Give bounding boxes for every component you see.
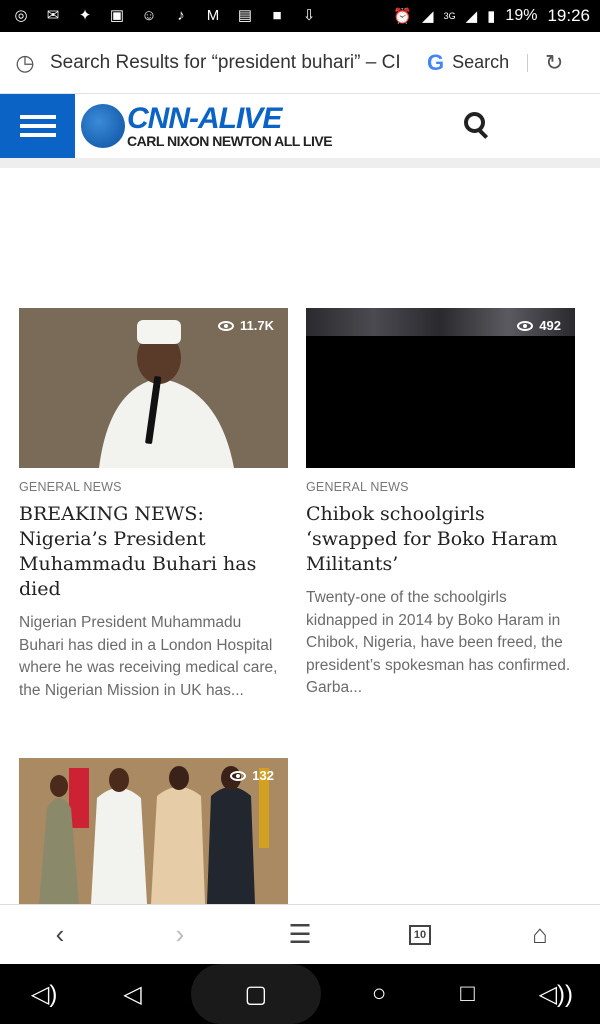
battery-icon: ▮ xyxy=(487,8,496,25)
home-icon[interactable]: ⌂ xyxy=(515,910,565,960)
view-count-value: 132 xyxy=(252,768,274,783)
browser-toolbar: ‹ › ☰ 10 ⌂ xyxy=(0,904,600,964)
logo-title: CNN-ALIVE xyxy=(127,102,282,135)
globe-icon xyxy=(81,104,125,148)
gmail-icon: M xyxy=(206,7,220,24)
article-card[interactable]: 492 GENERAL NEWS Chibok schoolgirls ‘swa… xyxy=(306,308,575,700)
signal-2-icon: ◢ xyxy=(465,8,478,25)
sms-icon: ▤ xyxy=(237,7,253,24)
article-category[interactable]: GENERAL NEWS xyxy=(306,480,575,494)
home-nav-icon[interactable]: ○ xyxy=(349,969,409,1019)
article-excerpt: Twenty-one of the schoolgirls kidnapped … xyxy=(306,589,571,696)
twitter-icon: ✦ xyxy=(78,7,92,24)
view-count: 492 xyxy=(517,318,561,333)
article-title[interactable]: Chibok schoolgirls ‘swapped for Boko Har… xyxy=(306,502,575,577)
reload-icon[interactable]: ↻ xyxy=(528,50,580,76)
menu-line xyxy=(19,124,56,128)
article-excerpt: Nigerian President Muhammadu Buhari has … xyxy=(19,614,278,699)
search-button[interactable]: G Search xyxy=(427,50,509,76)
volume-down-icon[interactable]: ◁) xyxy=(14,969,74,1019)
view-count: 132 xyxy=(230,768,274,783)
view-count: 11.7K xyxy=(218,318,274,333)
screenshot-camera-icon[interactable]: ▢ xyxy=(190,964,321,1024)
messenger-icon: ✉ xyxy=(46,7,60,24)
eye-icon xyxy=(218,320,235,331)
google-icon: G xyxy=(427,49,445,75)
status-bar: ◎ ✉ ✦ ▣ ☺ ♪ M ▤ ■ ⇩ ⏰ ◢ 3G ◢ ▮ 19% 19:26 xyxy=(0,0,600,32)
volume-up-icon[interactable]: ◁)) xyxy=(526,969,586,1019)
logo-subtitle: CARL NIXON NEWTON ALL LIVE xyxy=(127,133,333,149)
battery-level: 19% xyxy=(505,7,538,24)
message-icon: ■ xyxy=(272,7,282,24)
alarm-icon: ⏰ xyxy=(393,8,413,25)
system-status: ⏰ ◢ 3G ◢ ▮ 19% 19:26 xyxy=(393,6,590,26)
music-icon: ♪ xyxy=(177,7,185,24)
article-category[interactable]: GENERAL NEWS xyxy=(19,480,288,494)
eye-icon xyxy=(230,770,247,781)
signal-icon: ◢ xyxy=(422,8,434,25)
chat-icon: ☺ xyxy=(141,7,157,24)
site-header: CNN-ALIVE CARL NIXON NEWTON ALL LIVE xyxy=(0,94,600,158)
view-count-value: 492 xyxy=(539,318,561,333)
history-icon[interactable]: ◷ xyxy=(0,50,50,76)
article-image[interactable]: 11.7K xyxy=(19,308,288,468)
article-card[interactable]: 132 xyxy=(19,758,288,904)
url-field[interactable]: Search Results for “president buhari” – … xyxy=(50,52,417,74)
tab-count: 10 xyxy=(409,924,431,945)
menu-icon[interactable]: ☰ xyxy=(275,910,325,960)
clock: 19:26 xyxy=(547,6,590,25)
address-bar: ◷ Search Results for “president buhari” … xyxy=(0,32,600,94)
search-icon[interactable] xyxy=(464,112,492,140)
network-type: 3G xyxy=(443,11,456,21)
menu-line xyxy=(19,133,56,137)
article-image[interactable]: 492 xyxy=(306,308,575,468)
menu-line xyxy=(19,115,56,119)
article-card[interactable]: 11.7K GENERAL NEWS BREAKING NEWS: Nigeri… xyxy=(19,308,288,702)
back-button[interactable]: ‹ xyxy=(35,910,85,960)
notification-icons: ◎ ✉ ✦ ▣ ☺ ♪ M ▤ ■ ⇩ xyxy=(10,6,320,26)
view-count-value: 11.7K xyxy=(240,318,274,333)
eye-icon xyxy=(517,320,534,331)
article-image[interactable]: 132 xyxy=(19,758,288,904)
hamburger-menu-button[interactable] xyxy=(0,94,75,158)
download-icon: ⇩ xyxy=(302,7,316,24)
system-navigation-bar: ◁) ◁ ▢ ○ □ ◁)) xyxy=(0,964,600,1024)
search-label: Search xyxy=(452,52,510,72)
tabs-button[interactable]: 10 xyxy=(395,910,445,960)
whatsapp-icon: ◎ xyxy=(14,7,28,24)
image-icon: ▣ xyxy=(109,7,125,24)
header-divider xyxy=(0,158,600,168)
site-logo[interactable]: CNN-ALIVE CARL NIXON NEWTON ALL LIVE xyxy=(81,102,333,149)
article-title[interactable]: BREAKING NEWS: Nigeria’s President Muham… xyxy=(19,502,288,602)
back-nav-icon[interactable]: ◁ xyxy=(102,969,162,1019)
forward-button[interactable]: › xyxy=(155,910,205,960)
recents-nav-icon[interactable]: □ xyxy=(437,969,497,1019)
